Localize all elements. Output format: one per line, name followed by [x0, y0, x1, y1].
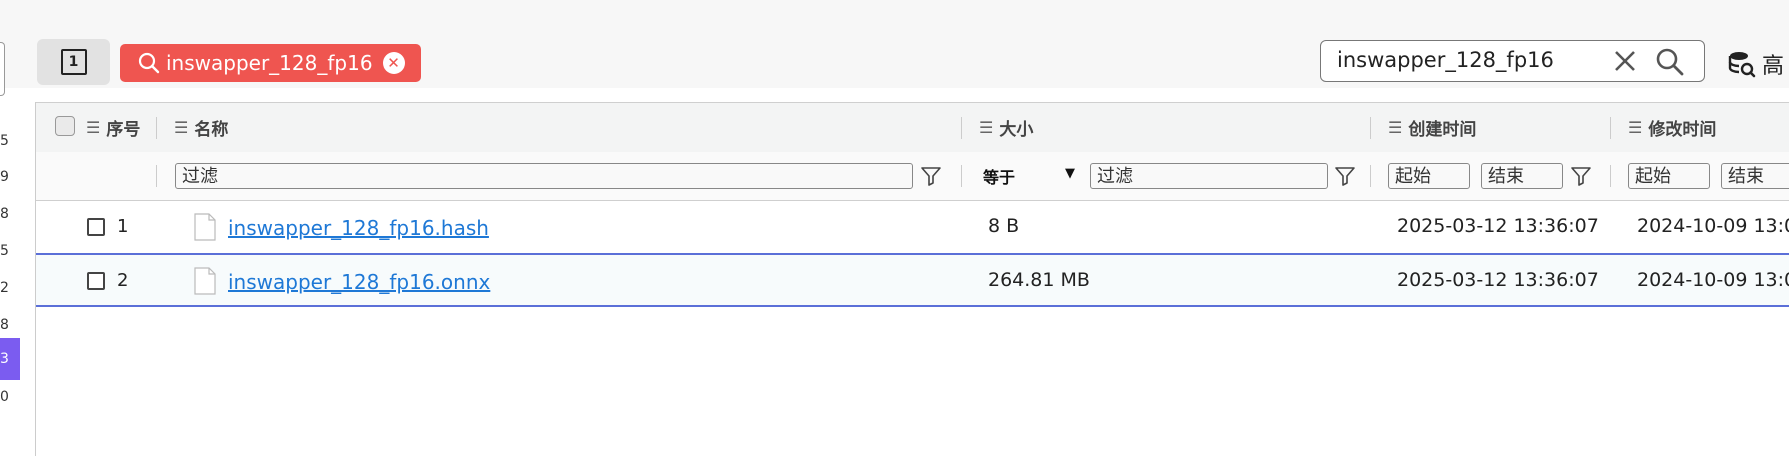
left-number-active[interactable]: 3	[0, 338, 20, 380]
name-filter-input[interactable]	[175, 163, 913, 189]
search-input[interactable]	[1337, 47, 1587, 73]
column-label: 创建时间	[1408, 120, 1477, 140]
table-row[interactable]: 2 inswapper_128_fp16.onnx 264.81 MB 2025…	[36, 255, 1789, 307]
filter-tag-label: inswapper_128_fp16	[166, 51, 373, 75]
select-all-checkbox[interactable]	[55, 116, 75, 136]
funnel-icon[interactable]	[1334, 165, 1356, 187]
list-icon: ☰	[979, 118, 994, 137]
row-checkbox[interactable]	[87, 272, 105, 290]
modified-time: 2024-10-09 13:0	[1637, 215, 1789, 237]
row-checkbox[interactable]	[87, 218, 105, 236]
filter-tag[interactable]: inswapper_128_fp16 ✕	[120, 44, 421, 82]
created-time: 2025-03-12 13:36:07	[1397, 269, 1599, 291]
left-number[interactable]: 0	[0, 376, 20, 418]
modified-end-input[interactable]	[1721, 163, 1789, 189]
file-table: ☰ 序号 ☰ 名称 ☰ 大小 ☰ 创建时间 ☰ 修改时间 等于 ▼ 1 inswapper_…	[36, 102, 1789, 456]
left-number[interactable]: 5	[0, 230, 20, 272]
filter-row: 等于 ▼	[36, 152, 1789, 201]
list-icon: ☰	[86, 118, 101, 137]
left-number[interactable]: 9	[0, 156, 20, 198]
column-header-size[interactable]: ☰ 大小	[979, 103, 1033, 152]
modified-time: 2024-10-09 13:0	[1637, 269, 1789, 291]
file-size: 264.81 MB	[988, 269, 1090, 291]
close-icon[interactable]	[1611, 47, 1639, 75]
file-icon	[194, 267, 216, 295]
square-one-icon: 1	[60, 49, 87, 75]
file-icon	[194, 213, 216, 241]
search-box	[1320, 40, 1705, 82]
column-label: 序号	[106, 120, 141, 140]
table-row[interactable]: 1 inswapper_128_fp16.hash 8 B 2025-03-12…	[36, 201, 1789, 253]
column-label: 修改时间	[1648, 120, 1717, 140]
column-label: 大小	[999, 120, 1034, 140]
column-divider[interactable]	[156, 117, 157, 139]
list-icon: ☰	[1628, 118, 1643, 137]
file-size: 8 B	[988, 215, 1020, 237]
search-icon	[138, 52, 160, 74]
created-end-input[interactable]	[1481, 163, 1563, 189]
funnel-icon[interactable]	[1570, 165, 1592, 187]
created-start-input[interactable]	[1388, 163, 1470, 189]
list-icon: ☰	[174, 118, 189, 137]
size-filter-input[interactable]	[1090, 163, 1328, 189]
column-label: 名称	[194, 120, 229, 140]
column-header-modified[interactable]: ☰ 修改时间	[1628, 103, 1716, 152]
top-strip	[0, 0, 1789, 22]
column-divider	[961, 165, 962, 187]
size-operator-select[interactable]: 等于 ▼	[983, 162, 1083, 190]
file-name-link[interactable]: inswapper_128_fp16.hash	[228, 216, 489, 240]
database-search-icon	[1728, 52, 1756, 78]
size-operator-value: 等于	[983, 168, 1016, 187]
file-name-link[interactable]: inswapper_128_fp16.onnx	[228, 270, 490, 294]
close-circle-icon[interactable]: ✕	[382, 52, 405, 74]
row-index: 2	[117, 270, 129, 291]
row-index: 1	[117, 216, 129, 237]
table-header: ☰ 序号 ☰ 名称 ☰ 大小 ☰ 创建时间 ☰ 修改时间	[36, 102, 1789, 153]
list-icon: ☰	[1388, 118, 1403, 137]
column-header-index[interactable]: ☰ 序号	[86, 103, 140, 152]
column-header-name[interactable]: ☰ 名称	[174, 103, 228, 152]
created-time: 2025-03-12 13:36:07	[1397, 215, 1599, 237]
caret-down-icon: ▼	[1065, 166, 1075, 181]
column-divider	[156, 165, 157, 187]
column-divider	[1370, 165, 1371, 187]
funnel-icon[interactable]	[920, 165, 942, 187]
advanced-search-label: 高	[1762, 54, 1785, 79]
modified-start-input[interactable]	[1628, 163, 1710, 189]
column-divider[interactable]	[1610, 117, 1611, 139]
column-header-created[interactable]: ☰ 创建时间	[1388, 103, 1476, 152]
view-toggle-button[interactable]: 1	[37, 39, 110, 85]
row-separator	[36, 305, 1789, 307]
column-divider[interactable]	[1370, 117, 1371, 139]
left-number[interactable]: 8	[0, 193, 20, 235]
view-button-label: 1	[68, 54, 79, 70]
advanced-search-button[interactable]: 高	[1728, 48, 1784, 80]
left-number[interactable]: 2	[0, 267, 20, 309]
column-divider	[1610, 165, 1611, 187]
left-panel-tab[interactable]	[0, 42, 5, 96]
column-divider[interactable]	[961, 117, 962, 139]
search-icon[interactable]	[1655, 47, 1685, 77]
